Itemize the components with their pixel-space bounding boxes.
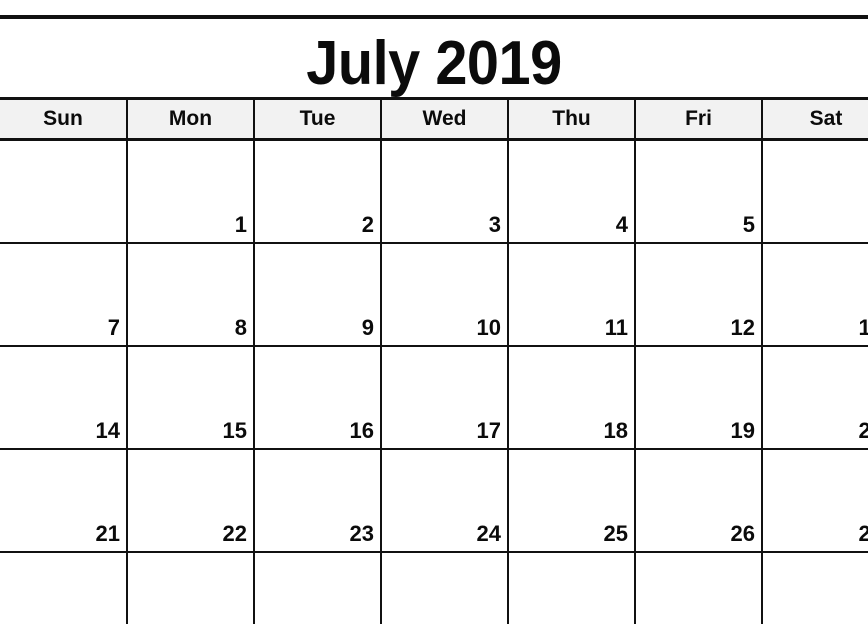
day-number: 21 — [95, 521, 120, 546]
calendar-week-row: 21 22 23 24 25 26 27 — [0, 449, 868, 553]
day-cell[interactable]: 22 — [127, 449, 255, 553]
day-number: 5 — [742, 212, 755, 237]
day-number: 19 — [730, 418, 755, 443]
day-number: 15 — [222, 418, 247, 443]
day-cell[interactable]: 1 — [127, 139, 255, 244]
day-cell[interactable] — [508, 552, 636, 624]
weekday-header-wed: Wed — [381, 97, 509, 141]
day-cell[interactable]: 23 — [254, 449, 382, 553]
day-number: 20 — [858, 418, 868, 443]
day-cell[interactable] — [635, 552, 763, 624]
day-number: 12 — [730, 315, 755, 340]
calendar-page: July 2019 Sun Mon Tue Wed Thu Fri Sat 1 … — [0, 0, 868, 624]
day-cell[interactable]: 21 — [0, 449, 128, 553]
weekday-header-sun: Sun — [0, 97, 128, 141]
day-cell[interactable]: 7 — [0, 243, 128, 347]
day-cell[interactable]: 11 — [508, 243, 636, 347]
day-number: 7 — [107, 315, 120, 340]
day-number: 26 — [730, 521, 755, 546]
calendar-week-row: 1 2 3 4 5 6 — [0, 139, 868, 244]
weekday-header-tue: Tue — [254, 97, 382, 141]
day-number: 14 — [95, 418, 120, 443]
day-cell[interactable]: 13 — [762, 243, 868, 347]
day-cell[interactable]: 10 — [381, 243, 509, 347]
day-cell[interactable]: 18 — [508, 346, 636, 450]
day-cell[interactable]: 2 — [254, 139, 382, 244]
day-number: 10 — [476, 315, 501, 340]
day-cell[interactable]: 3 — [381, 139, 509, 244]
day-number: 25 — [603, 521, 628, 546]
day-cell[interactable] — [0, 139, 128, 244]
day-cell[interactable]: 5 — [635, 139, 763, 244]
day-cell[interactable]: 27 — [762, 449, 868, 553]
day-cell[interactable]: 17 — [381, 346, 509, 450]
weekday-header-mon: Mon — [127, 97, 255, 141]
calendar-grid: Sun Mon Tue Wed Thu Fri Sat 1 2 3 4 5 6 … — [0, 97, 868, 624]
weekday-header-thu: Thu — [508, 97, 636, 141]
day-number: 1 — [234, 212, 247, 237]
day-cell[interactable]: 19 — [635, 346, 763, 450]
day-cell[interactable]: 24 — [381, 449, 509, 553]
calendar-title: July 2019 — [306, 29, 562, 98]
day-number: 3 — [488, 212, 501, 237]
day-number: 22 — [222, 521, 247, 546]
day-cell[interactable]: 20 — [762, 346, 868, 450]
calendar-week-row: 7 8 9 10 11 12 13 — [0, 243, 868, 347]
weekday-header-sat: Sat — [762, 97, 868, 141]
day-cell[interactable]: 9 — [254, 243, 382, 347]
calendar-body: 1 2 3 4 5 6 7 8 9 10 11 12 13 14 15 16 1… — [0, 139, 868, 624]
day-cell[interactable]: 25 — [508, 449, 636, 553]
day-cell[interactable]: 16 — [254, 346, 382, 450]
calendar-week-row: 28 29 30 31 — [0, 552, 868, 624]
day-number: 9 — [361, 315, 374, 340]
calendar-header-row: Sun Mon Tue Wed Thu Fri Sat — [0, 97, 868, 141]
weekday-header-fri: Fri — [635, 97, 763, 141]
day-cell[interactable]: 4 — [508, 139, 636, 244]
day-cell[interactable]: 31 — [381, 552, 509, 624]
day-cell[interactable]: 28 — [0, 552, 128, 624]
day-number: 8 — [234, 315, 247, 340]
day-cell[interactable]: 30 — [254, 552, 382, 624]
day-number: 27 — [858, 521, 868, 546]
day-number: 11 — [604, 315, 628, 340]
day-cell[interactable]: 26 — [635, 449, 763, 553]
day-number: 16 — [349, 418, 374, 443]
day-number: 2 — [361, 212, 374, 237]
calendar-title-band: July 2019 — [0, 19, 868, 97]
day-cell[interactable]: 14 — [0, 346, 128, 450]
day-number: 4 — [615, 212, 628, 237]
day-number: 17 — [476, 418, 501, 443]
calendar-week-row: 14 15 16 17 18 19 20 — [0, 346, 868, 450]
day-cell[interactable]: 8 — [127, 243, 255, 347]
day-cell[interactable]: 6 — [762, 139, 868, 244]
day-cell[interactable] — [762, 552, 868, 624]
day-number: 18 — [603, 418, 628, 443]
day-cell[interactable]: 15 — [127, 346, 255, 450]
day-cell[interactable]: 12 — [635, 243, 763, 347]
day-number: 24 — [476, 521, 501, 546]
day-number: 13 — [858, 315, 868, 340]
day-number: 23 — [349, 521, 374, 546]
day-cell[interactable]: 29 — [127, 552, 255, 624]
